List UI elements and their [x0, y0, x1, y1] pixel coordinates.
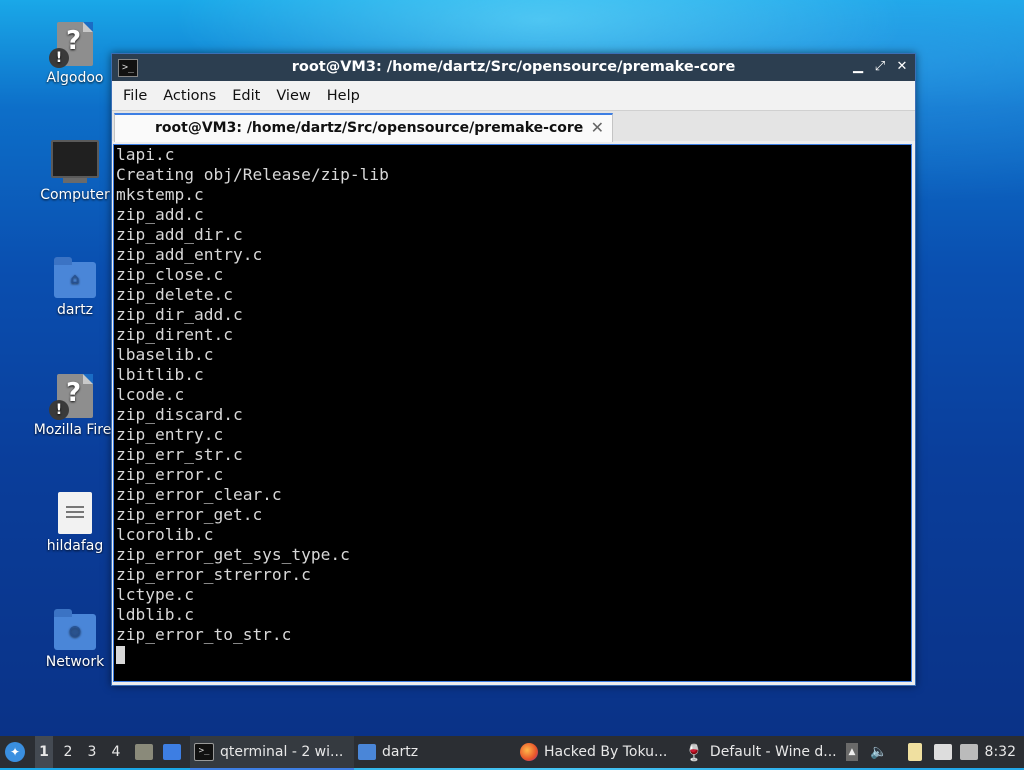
workspace-1[interactable]: 1	[35, 736, 53, 768]
workspace-3[interactable]: 3	[83, 736, 101, 768]
terminal-line: zip_close.c	[116, 265, 224, 284]
terminal-line: lcode.c	[116, 385, 185, 404]
taskbar-window-label: Default - Wine d...	[709, 744, 837, 760]
clock[interactable]: 8:32	[985, 736, 1016, 768]
clipboard-icon	[908, 743, 922, 761]
desktop-icon	[135, 744, 153, 760]
unknown-file-icon: ?!	[49, 22, 93, 68]
network-status-button[interactable]	[959, 736, 979, 768]
menu-edit[interactable]: Edit	[224, 88, 268, 104]
network-icon	[960, 744, 978, 760]
tab-close-icon[interactable]: ✕	[591, 118, 604, 137]
wine-icon: 🍷	[684, 742, 704, 762]
terminal-line: zip_dir_add.c	[116, 305, 243, 324]
terminal-cursor	[116, 646, 125, 664]
window-title: root@VM3: /home/dartz/Src/opensource/pre…	[291, 59, 736, 75]
terminal-line: zip_error_get.c	[116, 505, 263, 524]
window-titlebar[interactable]: >_ root@VM3: /home/dartz/Src/opensource/…	[112, 54, 915, 81]
show-desktop-button[interactable]	[134, 736, 154, 768]
start-menu-button[interactable]: ✦	[5, 736, 27, 768]
terminal-line: zip_error_get_sys_type.c	[116, 545, 350, 564]
terminal-line: lbitlib.c	[116, 365, 204, 384]
terminal-line: zip_error_clear.c	[116, 485, 282, 504]
terminal-line: zip_dirent.c	[116, 325, 233, 344]
maximize-button[interactable]: ⤢	[873, 58, 887, 76]
terminal-line: zip_add_entry.c	[116, 245, 263, 264]
keyboard-icon	[934, 744, 952, 760]
menu-view[interactable]: View	[268, 88, 318, 104]
taskbar-window-wine[interactable]: 🍷 Default - Wine d...	[680, 736, 844, 768]
terminal-line: lcorolib.c	[116, 525, 214, 544]
terminal-line: lbaselib.c	[116, 345, 214, 364]
keyboard-button[interactable]	[933, 736, 953, 768]
volume-button[interactable]: 🔈	[869, 736, 889, 768]
menu-help[interactable]: Help	[319, 88, 368, 104]
terminal-line: zip_error.c	[116, 465, 224, 484]
terminal-line: zip_error_strerror.c	[116, 565, 311, 584]
tab-label: root@VM3: /home/dartz/Src/opensource/pre…	[155, 120, 584, 136]
terminal-line: Creating obj/Release/zip-lib	[116, 165, 389, 184]
menu-bar: File Actions Edit View Help	[112, 81, 915, 110]
taskbar-window-label: dartz	[382, 744, 419, 760]
terminal-line: zip_add.c	[116, 205, 204, 224]
terminal-line: ldblib.c	[116, 605, 194, 624]
terminal-line: lapi.c	[116, 145, 175, 164]
workspace-4[interactable]: 4	[107, 736, 125, 768]
taskbar-window-firefox[interactable]: Hacked By Toku...	[516, 736, 679, 768]
folder-icon	[358, 744, 376, 760]
menu-actions[interactable]: Actions	[155, 88, 224, 104]
taskbar-window-label: Hacked By Toku...	[544, 744, 668, 760]
terminal-line: zip_add_dir.c	[116, 225, 243, 244]
terminal-window[interactable]: >_ root@VM3: /home/dartz/Src/opensource/…	[111, 53, 916, 686]
arrow-up-icon: ▲	[846, 743, 858, 761]
menu-file[interactable]: File	[115, 88, 155, 104]
home-folder-icon: ⌂	[54, 257, 96, 298]
terminal-line: zip_delete.c	[116, 285, 233, 304]
close-button[interactable]: ✕	[895, 58, 909, 76]
clipboard-button[interactable]	[905, 736, 925, 768]
folder-icon	[163, 744, 181, 760]
terminal-line: mkstemp.c	[116, 185, 204, 204]
tab-bar: root@VM3: /home/dartz/Src/opensource/pre…	[112, 110, 915, 142]
terminal-line: lctype.c	[116, 585, 194, 604]
terminal-output[interactable]: lapi.c Creating obj/Release/zip-lib mkstem…	[113, 144, 912, 682]
taskbar-window-label: qterminal - 2 wi...	[220, 744, 344, 760]
minimize-button[interactable]: ▁	[851, 58, 865, 76]
file-manager-launcher[interactable]	[162, 736, 182, 768]
network-folder-icon: ◍	[54, 609, 96, 650]
terminal-icon: >_	[194, 743, 214, 761]
workspace-2[interactable]: 2	[59, 736, 77, 768]
lxqt-logo-icon: ✦	[5, 742, 25, 762]
tab-terminal[interactable]: root@VM3: /home/dartz/Src/opensource/pre…	[114, 113, 613, 142]
terminal-line: zip_entry.c	[116, 425, 224, 444]
terminal-line: zip_error_to_str.c	[116, 625, 292, 644]
terminal-line: zip_discard.c	[116, 405, 243, 424]
speaker-icon: 🔈	[870, 744, 888, 760]
tray-scroll-arrow[interactable]: ▲	[842, 736, 862, 768]
firefox-icon	[520, 743, 538, 761]
taskbar-window-qterminal[interactable]: >_ qterminal - 2 wi...	[190, 736, 354, 770]
unknown-file-icon: ?!	[49, 374, 93, 420]
text-file-icon	[58, 492, 92, 534]
taskbar-window-dartz[interactable]: dartz	[354, 736, 512, 768]
taskbar: ✦ 1 2 3 4 >_ qterminal - 2 wi... dartz H…	[0, 736, 1024, 770]
terminal-line: zip_err_str.c	[116, 445, 243, 464]
